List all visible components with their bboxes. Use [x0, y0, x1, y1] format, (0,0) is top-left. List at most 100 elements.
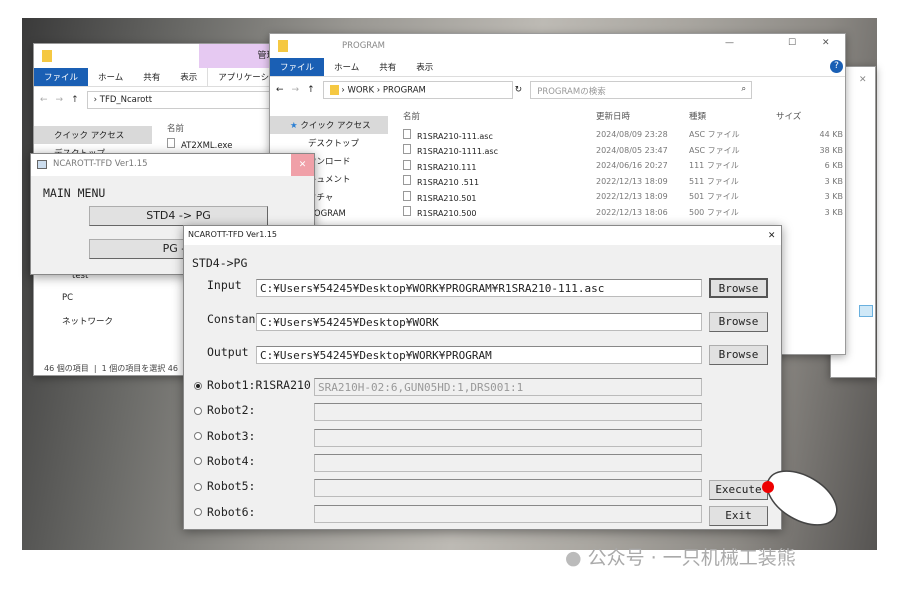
robot-radio-6[interactable]: Robot6:: [194, 505, 255, 519]
watermark-text: 公众号 · 一只机械工装熊: [587, 547, 796, 569]
column-headers: 名前 更新日時 種類 サイズ: [403, 110, 843, 122]
std4-pg-dialog: NCAROTT-TFD Ver1.15 ✕ STD4->PG Input C:¥…: [183, 225, 782, 530]
up-icon[interactable]: ↑: [307, 85, 315, 95]
file-icon: [403, 175, 411, 186]
constant-label: Constant: [207, 312, 263, 326]
file-name-cell: R1SRA210.500: [403, 206, 596, 218]
radio-button[interactable]: [194, 457, 202, 466]
nav-network[interactable]: ネットワーク: [34, 312, 152, 330]
tab-view[interactable]: 表示: [170, 68, 207, 86]
column-name[interactable]: 名前: [403, 110, 596, 122]
file-name-cell: R1SRA210.501: [403, 190, 596, 203]
radio-button[interactable]: [194, 381, 202, 390]
star-icon: ★: [290, 121, 298, 131]
file-row[interactable]: R1SRA210.500 2022/12/13 18:06 500 ファイル 3 KB: [403, 205, 845, 221]
radio-button[interactable]: [194, 432, 202, 441]
details-view-icon[interactable]: [859, 305, 873, 317]
address-bar[interactable]: › WORK › PROGRAM: [322, 81, 513, 99]
file-type: ASC ファイル: [689, 130, 740, 140]
robot-config-field-4[interactable]: [314, 453, 702, 472]
window-title: NCAROTT-TFD Ver1.15: [188, 230, 278, 239]
file-size: 3 KB: [824, 207, 843, 217]
close-button[interactable]: ✕: [768, 228, 775, 241]
nav-quick-access[interactable]: クイック アクセス: [34, 126, 152, 144]
constant-path-field[interactable]: C:¥Users¥54245¥Desktop¥WORK: [256, 313, 702, 331]
file-type: ASC ファイル: [689, 145, 740, 155]
file-type: 500 ファイル: [689, 207, 739, 217]
radio-button[interactable]: [194, 508, 202, 516]
input-label: Input: [207, 278, 242, 292]
file-item[interactable]: AT2XML.exe: [167, 138, 232, 151]
output-label: Output: [207, 345, 249, 359]
nav-bar: ← → ↑ › WORK › PROGRAM ↻ PROGRAMの検索 ⌕: [270, 76, 845, 103]
robot-config-field-3[interactable]: [314, 428, 702, 447]
tab-home[interactable]: ホーム: [324, 58, 369, 76]
help-icon[interactable]: ?: [830, 60, 843, 73]
forward-icon[interactable]: →: [292, 85, 300, 95]
forward-icon[interactable]: →: [56, 95, 64, 105]
mouse-click-icon: [762, 470, 838, 526]
std4-to-pg-button[interactable]: STD4 -> PG: [89, 206, 268, 226]
tab-file[interactable]: ファイル: [270, 58, 325, 76]
refresh-icon[interactable]: ↻: [515, 85, 523, 95]
close-button[interactable]: ✕: [822, 38, 830, 48]
column-name[interactable]: 名前: [167, 122, 184, 134]
file-type: 111 ファイル: [689, 161, 739, 171]
robot-config-field-1[interactable]: SRA210H-02:6,GUN05HD:1,DRS001:1: [314, 378, 702, 396]
input-path-field[interactable]: C:¥Users¥54245¥Desktop¥WORK¥PROGRAM¥R1SR…: [256, 279, 702, 297]
item-count: 46 個の項目: [44, 364, 89, 373]
robot-label: Robot2:: [207, 403, 256, 418]
file-row[interactable]: R1SRA210.111 2024/06/16 20:27 111 ファイル 6 KB: [403, 158, 845, 174]
ribbon-tabs: ファイル ホーム 共有 表示 ?: [270, 58, 845, 76]
tab-home[interactable]: ホーム: [88, 68, 133, 86]
minimize-button[interactable]: —: [725, 38, 734, 48]
robot-radio-5[interactable]: Robot5:: [194, 479, 255, 493]
tab-share[interactable]: 共有: [133, 68, 170, 86]
robot-radio-3[interactable]: Robot3:: [194, 429, 255, 443]
file-row[interactable]: R1SRA210-111.asc 2024/08/09 23:28 ASC ファイル…: [403, 127, 845, 143]
output-path-field[interactable]: C:¥Users¥54245¥Desktop¥WORK¥PROGRAM: [256, 346, 702, 364]
exe-icon: [167, 138, 175, 148]
radio-button[interactable]: [194, 406, 202, 415]
search-input[interactable]: PROGRAMの検索 ⌕: [530, 81, 753, 99]
file-name: R1SRA210 .511: [417, 178, 480, 188]
file-row[interactable]: R1SRA210 .511 2022/12/13 18:09 511 ファイル 3 K…: [403, 174, 845, 190]
file-row[interactable]: R1SRA210.501 2022/12/13 18:09 501 ファイル 3 KB: [403, 189, 845, 205]
up-icon[interactable]: ↑: [71, 95, 79, 105]
constant-browse-button[interactable]: Browse: [709, 312, 768, 332]
window-title: NCAROTT-TFD Ver1.15: [53, 159, 148, 169]
tab-view[interactable]: 表示: [406, 58, 443, 76]
back-icon[interactable]: ←: [40, 95, 48, 105]
input-browse-button[interactable]: Browse: [709, 278, 768, 298]
close-icon[interactable]: ✕: [859, 75, 867, 85]
path-program[interactable]: PROGRAM: [383, 86, 426, 96]
radio-button[interactable]: [194, 482, 202, 491]
column-type[interactable]: 種類: [689, 110, 776, 122]
file-date: 2022/12/13 18:06: [596, 207, 668, 217]
robot-radio-2[interactable]: Robot2:: [194, 403, 255, 417]
back-icon[interactable]: ←: [276, 85, 284, 95]
file-row[interactable]: R1SRA210-1111.asc 2024/08/05 23:47 ASC ファイ…: [403, 143, 845, 159]
maximize-button[interactable]: ☐: [788, 38, 796, 48]
file-list: R1SRA210-111.asc 2024/08/09 23:28 ASC ファイル…: [403, 127, 845, 220]
file-date: 2024/06/16 20:27: [596, 161, 668, 171]
nav-quick-access[interactable]: ★ クイック アクセス: [270, 116, 388, 134]
column-date[interactable]: 更新日時: [596, 110, 689, 122]
output-browse-button[interactable]: Browse: [709, 345, 768, 365]
column-size[interactable]: サイズ: [776, 110, 801, 122]
file-name: R1SRA210-1111.asc: [417, 147, 498, 157]
nav-desktop[interactable]: デスクトップ: [270, 134, 388, 152]
robot-radio-1[interactable]: Robot1:R1SRA210: [194, 378, 311, 392]
file-date: 2024/08/05 23:47: [596, 145, 668, 155]
close-button[interactable]: ✕: [291, 154, 314, 176]
file-type: 501 ファイル: [689, 192, 739, 202]
tab-file[interactable]: ファイル: [34, 68, 89, 86]
tab-share[interactable]: 共有: [369, 58, 406, 76]
robot-radio-4[interactable]: Robot4:: [194, 454, 255, 468]
robot-config-field-2[interactable]: [314, 403, 702, 422]
path-work[interactable]: WORK: [347, 86, 374, 96]
nav-pc[interactable]: PC: [34, 290, 152, 308]
robot-config-field-6[interactable]: [314, 504, 702, 523]
folder-icon: [42, 50, 52, 62]
robot-config-field-5[interactable]: [314, 479, 702, 498]
